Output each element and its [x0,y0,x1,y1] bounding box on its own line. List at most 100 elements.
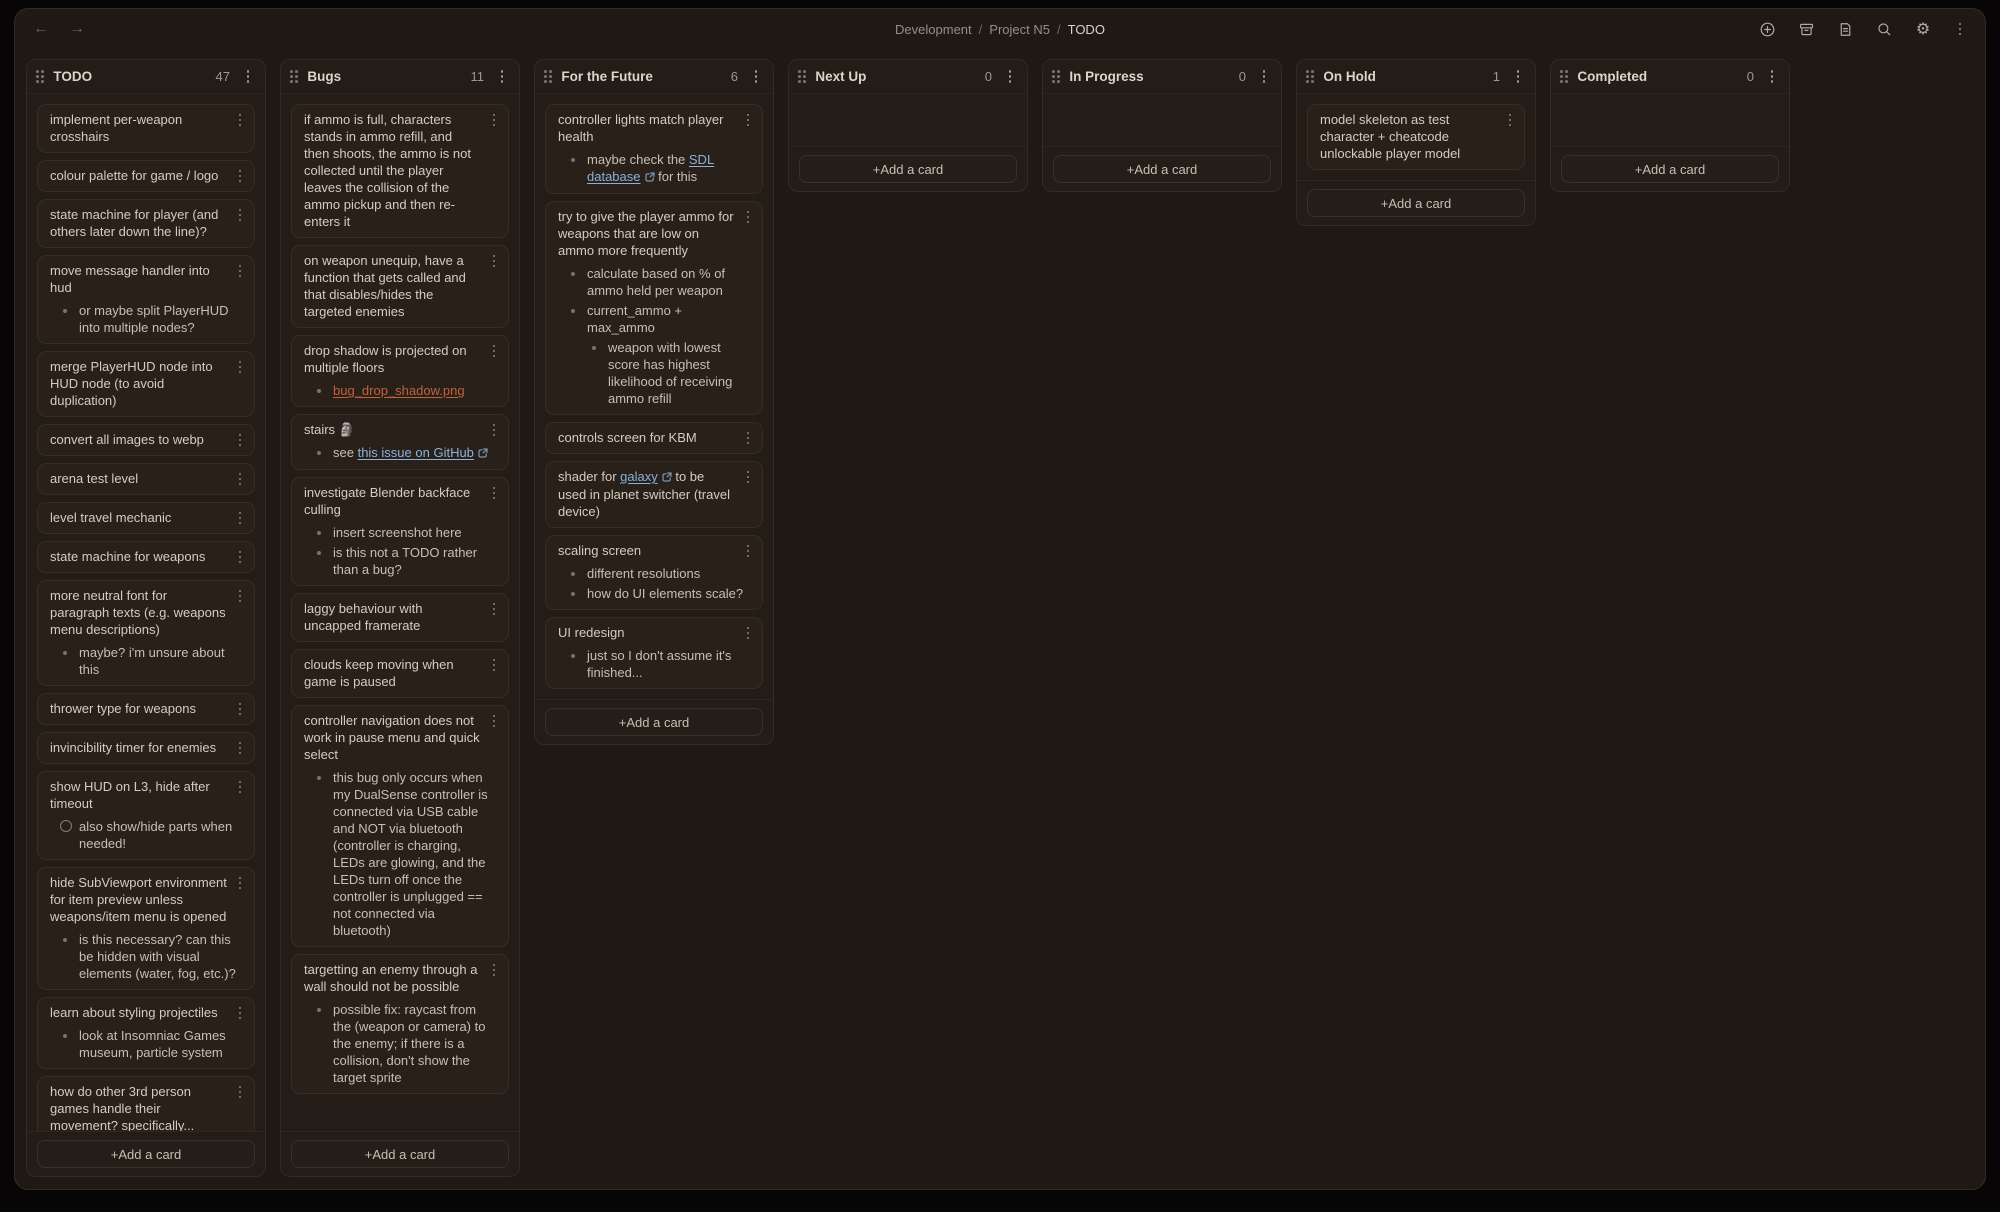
card-link[interactable]: this issue on GitHub [358,445,488,460]
kanban-card[interactable]: laggy behaviour with uncapped framerate [291,593,509,642]
kanban-card[interactable]: move message handler into hudor maybe sp… [37,255,255,344]
kanban-card[interactable]: level travel mechanic [37,502,255,534]
add-card-button[interactable]: +Add a card [1561,155,1779,183]
kanban-card[interactable]: invincibility timer for enemies [37,732,255,764]
card-menu-icon[interactable] [233,432,247,448]
kanban-card[interactable]: controller navigation does not work in p… [291,705,509,947]
kanban-card[interactable]: colour palette for game / logo [37,160,255,192]
card-menu-icon[interactable] [487,253,501,269]
kanban-card[interactable]: drop shadow is projected on multiple flo… [291,335,509,407]
card-menu-icon[interactable] [233,168,247,184]
card-menu-icon[interactable] [233,549,247,565]
drag-handle-icon[interactable] [798,70,806,83]
drag-handle-icon[interactable] [1306,70,1314,83]
card-menu-icon[interactable] [487,485,501,501]
breadcrumb-item[interactable]: Project N5 [989,22,1050,37]
card-link[interactable]: galaxy [620,469,672,484]
card-menu-icon[interactable] [233,263,247,279]
card-menu-icon[interactable] [233,701,247,717]
column-menu-icon[interactable] [1003,69,1017,85]
card-menu-icon[interactable] [233,588,247,604]
card-menu-icon[interactable] [741,625,755,641]
card-menu-icon[interactable] [741,543,755,559]
column-menu-icon[interactable] [1257,69,1271,85]
kanban-card[interactable]: convert all images to webp [37,424,255,456]
card-menu-icon[interactable] [233,740,247,756]
card-menu-icon[interactable] [233,207,247,223]
card-menu-icon[interactable] [487,713,501,729]
kanban-card[interactable]: controls screen for KBM [545,422,763,454]
card-menu-icon[interactable] [233,1084,247,1100]
kanban-card[interactable]: merge PlayerHUD node into HUD node (to a… [37,351,255,417]
column-menu-icon[interactable] [1765,69,1779,85]
search-icon[interactable] [1875,20,1893,38]
kanban-card[interactable]: try to give the player ammo for weapons … [545,201,763,415]
card-menu-icon[interactable] [487,112,501,128]
drag-handle-icon[interactable] [36,70,44,83]
checkbox-circle-icon[interactable] [60,820,72,832]
kanban-card[interactable]: show HUD on L3, hide after timeoutalso s… [37,771,255,860]
card-menu-icon[interactable] [233,510,247,526]
kanban-card[interactable]: learn about styling projectileslook at I… [37,997,255,1069]
card-menu-icon[interactable] [487,422,501,438]
breadcrumb-item[interactable]: Development [895,22,972,37]
add-card-button[interactable]: +Add a card [37,1140,255,1168]
plus-circle-icon[interactable] [1758,20,1776,38]
kanban-card[interactable]: implement per-weapon crosshairs [37,104,255,153]
card-link[interactable]: bug_drop_shadow.png [333,383,465,398]
drag-handle-icon[interactable] [544,70,552,83]
kanban-card[interactable]: investigate Blender backface cullinginse… [291,477,509,586]
kanban-card[interactable]: shader for galaxy to be used in planet s… [545,461,763,528]
drag-handle-icon[interactable] [290,70,298,83]
kanban-card[interactable]: targetting an enemy through a wall shoul… [291,954,509,1094]
forward-arrow-icon[interactable]: → [69,20,85,38]
card-menu-icon[interactable] [233,875,247,891]
drag-handle-icon[interactable] [1560,70,1568,83]
kanban-card[interactable]: clouds keep moving when game is paused [291,649,509,698]
card-menu-icon[interactable] [233,359,247,375]
kanban-card[interactable]: if ammo is full, characters stands in am… [291,104,509,238]
kanban-card[interactable]: stairs 🗿see this issue on GitHub [291,414,509,470]
column-menu-icon[interactable] [495,69,509,85]
card-menu-icon[interactable] [233,779,247,795]
archive-icon[interactable] [1797,20,1815,38]
card-menu-icon[interactable] [233,471,247,487]
kanban-card[interactable]: model skeleton as test character + cheat… [1307,104,1525,170]
card-menu-icon[interactable] [233,112,247,128]
document-icon[interactable] [1836,20,1854,38]
card-menu-icon[interactable] [741,469,755,485]
kanban-card[interactable]: arena test level [37,463,255,495]
kanban-card[interactable]: state machine for player (and others lat… [37,199,255,248]
card-menu-icon[interactable] [741,209,755,225]
add-card-button[interactable]: +Add a card [1053,155,1271,183]
kanban-card[interactable]: state machine for weapons [37,541,255,573]
add-card-button[interactable]: +Add a card [799,155,1017,183]
card-menu-icon[interactable] [487,601,501,617]
card-menu-icon[interactable] [487,343,501,359]
kanban-card[interactable]: hide SubViewport environment for item pr… [37,867,255,990]
kanban-card[interactable]: controller lights match player healthmay… [545,104,763,194]
kanban-card[interactable]: UI redesignjust so I don't assume it's f… [545,617,763,689]
column-menu-icon[interactable] [241,69,255,85]
overflow-menu-icon[interactable] [1953,21,1967,37]
kanban-card[interactable]: more neutral font for paragraph texts (e… [37,580,255,686]
kanban-card[interactable]: thrower type for weapons [37,693,255,725]
card-menu-icon[interactable] [487,657,501,673]
settings-gear-icon[interactable]: ⚙ [1914,20,1932,38]
card-menu-icon[interactable] [741,430,755,446]
card-menu-icon[interactable] [741,112,755,128]
back-arrow-icon[interactable]: ← [33,20,49,38]
drag-handle-icon[interactable] [1052,70,1060,83]
kanban-card[interactable]: scaling screendifferent resolutionshow d… [545,535,763,610]
add-card-button[interactable]: +Add a card [545,708,763,736]
column-menu-icon[interactable] [1511,69,1525,85]
card-menu-icon[interactable] [233,1005,247,1021]
breadcrumb-item[interactable]: TODO [1068,22,1105,37]
card-menu-icon[interactable] [1503,112,1517,128]
add-card-button[interactable]: +Add a card [291,1140,509,1168]
kanban-card[interactable]: how do other 3rd person games handle the… [37,1076,255,1131]
card-menu-icon[interactable] [487,962,501,978]
add-card-button[interactable]: +Add a card [1307,189,1525,217]
column-menu-icon[interactable] [749,69,763,85]
kanban-card[interactable]: on weapon unequip, have a function that … [291,245,509,328]
